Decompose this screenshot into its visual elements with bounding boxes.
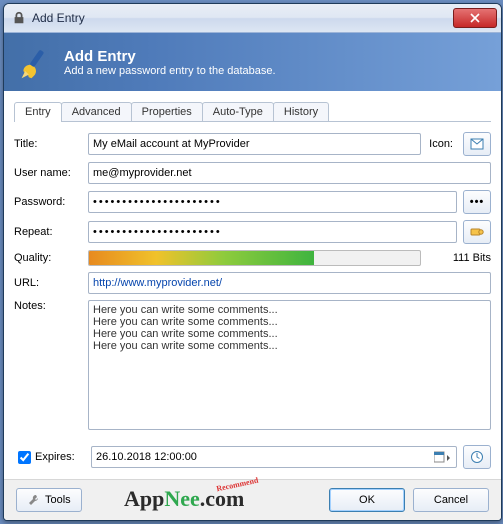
tools-button[interactable]: Tools [16, 488, 82, 512]
show-password-button[interactable]: ••• [463, 190, 491, 214]
close-button[interactable] [453, 8, 497, 28]
label-expires: Expires: [35, 451, 91, 463]
expires-checkbox[interactable] [18, 451, 31, 464]
clock-icon [470, 450, 484, 464]
watermark: AppNee.com Recommend [124, 486, 244, 512]
window-titlebar[interactable]: Add Entry [4, 4, 501, 33]
label-quality: Quality: [14, 252, 88, 264]
cancel-button[interactable]: Cancel [413, 488, 489, 512]
label-notes: Notes: [14, 300, 88, 312]
dialog-header: Add Entry Add a new password entry to th… [4, 33, 501, 91]
label-url: URL: [14, 277, 88, 289]
label-username: User name: [14, 167, 88, 179]
ok-button[interactable]: OK [329, 488, 405, 512]
notes-textarea[interactable]: Here you can write some comments... Here… [88, 300, 491, 430]
expires-preset-button[interactable] [463, 445, 491, 469]
repeat-password-input[interactable] [88, 221, 457, 243]
dots-icon: ••• [470, 196, 485, 208]
expires-value: 26.10.2018 12:00:00 [96, 451, 197, 463]
dialog-footer: Tools OK Cancel AppNee.com Recommend [4, 479, 501, 520]
title-input[interactable] [88, 133, 421, 155]
password-quality-bar [88, 250, 421, 266]
expires-datetime-input[interactable]: 26.10.2018 12:00:00 [91, 446, 457, 468]
tab-history[interactable]: History [273, 102, 329, 121]
tab-entry[interactable]: Entry [14, 102, 62, 122]
dialog-body: Entry Advanced Properties Auto-Type Hist… [4, 91, 501, 479]
tab-auto-type[interactable]: Auto-Type [202, 102, 274, 121]
label-title: Title: [14, 138, 88, 150]
wrench-icon [27, 493, 41, 507]
tab-strip: Entry Advanced Properties Auto-Type Hist… [14, 99, 491, 122]
add-entry-dialog: Add Entry Add Entry Add a new password e… [3, 3, 502, 521]
username-input[interactable] [88, 162, 491, 184]
calendar-dropdown-icon[interactable] [434, 451, 452, 463]
quality-bits: 111 Bits [431, 252, 491, 264]
envelope-icon [470, 138, 484, 150]
icon-picker-button[interactable] [463, 132, 491, 156]
header-subtitle: Add a new password entry to the database… [64, 65, 276, 77]
key-gen-icon [470, 226, 484, 238]
url-input[interactable]: http://www.myprovider.net/ [88, 272, 491, 294]
tab-properties[interactable]: Properties [131, 102, 203, 121]
key-pencil-icon [18, 44, 54, 80]
lock-icon [12, 11, 26, 25]
label-icon: Icon: [429, 138, 453, 150]
label-repeat: Repeat: [14, 226, 88, 238]
label-password: Password: [14, 196, 88, 208]
header-title: Add Entry [64, 48, 276, 65]
generate-password-button[interactable] [463, 220, 491, 244]
password-input[interactable] [88, 191, 457, 213]
tab-advanced[interactable]: Advanced [61, 102, 132, 121]
window-title: Add Entry [32, 11, 453, 25]
